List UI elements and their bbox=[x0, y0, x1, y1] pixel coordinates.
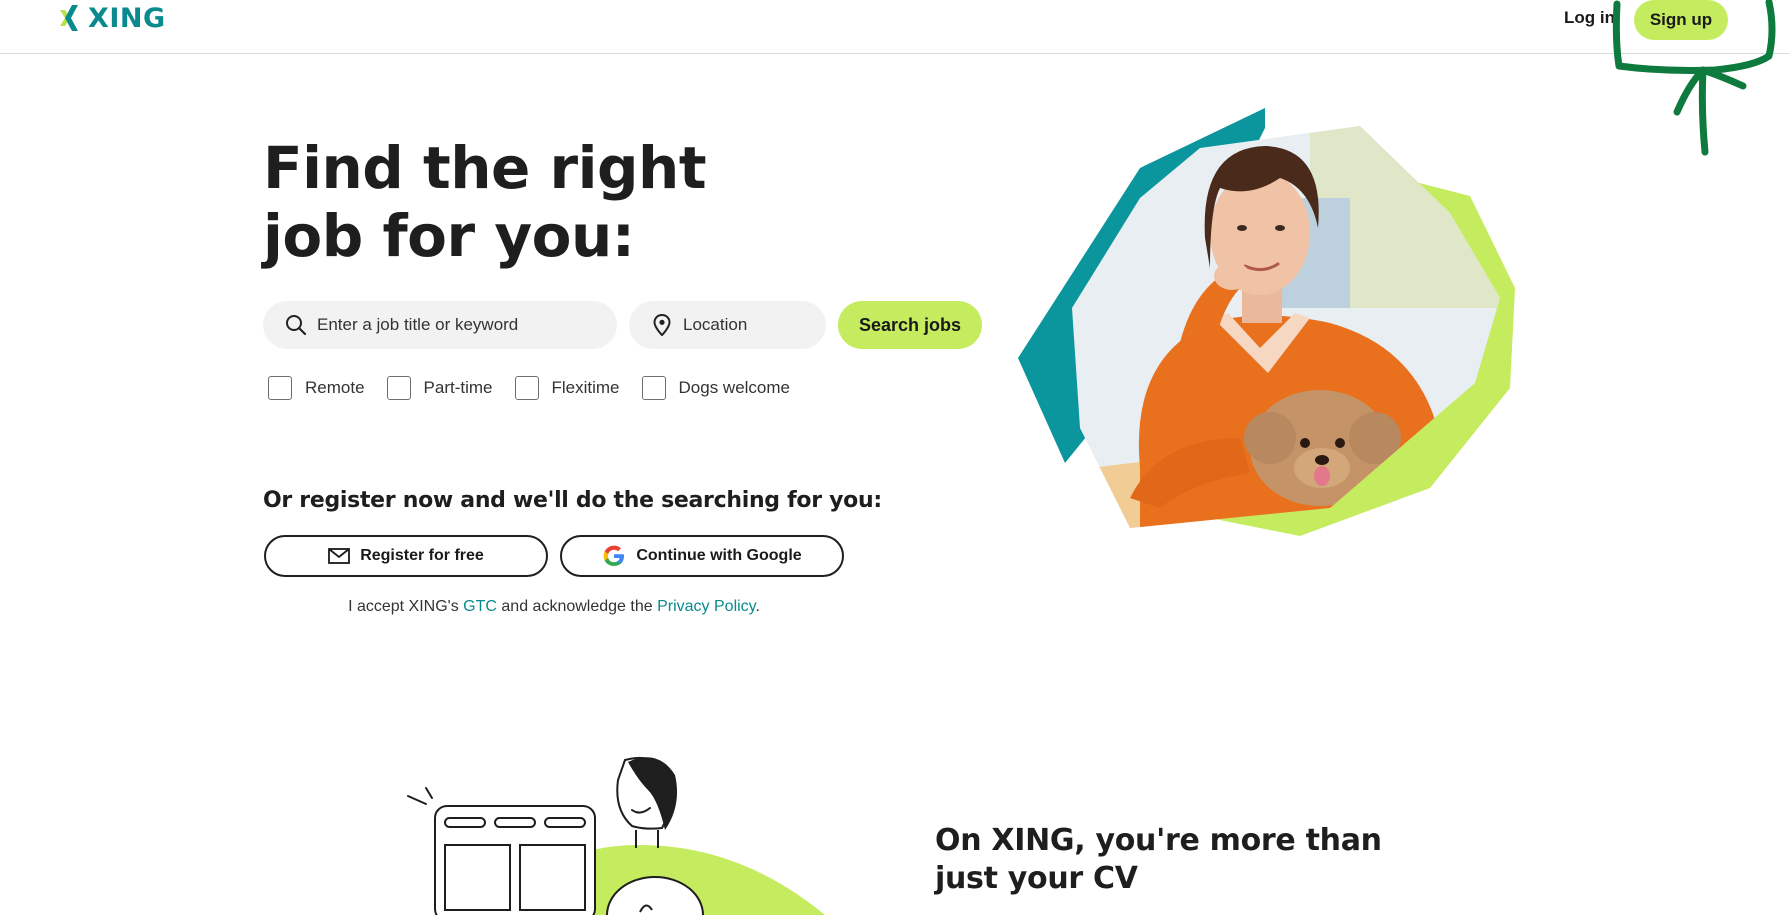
google-button-label: Continue with Google bbox=[636, 547, 802, 564]
location-search-field[interactable] bbox=[629, 301, 826, 349]
hero-photo-woman-with-dog bbox=[1018, 108, 1515, 536]
checkbox[interactable] bbox=[268, 376, 292, 400]
filter-label: Dogs welcome bbox=[678, 378, 791, 397]
section-title: On XING, you're more than just your CV bbox=[935, 823, 1382, 896]
filter-part-time[interactable]: Part-time bbox=[386, 376, 493, 400]
search-icon bbox=[285, 314, 307, 336]
checkbox[interactable] bbox=[386, 376, 411, 400]
legal-notice: I accept XING's GTC and acknowledge the … bbox=[264, 598, 844, 616]
xing-logo-icon bbox=[60, 5, 78, 31]
xing-logo[interactable]: XING bbox=[58, 2, 166, 34]
logo-text: XING bbox=[88, 2, 166, 34]
filter-checkboxes: Remote Part-time Flexitime Dogs welcome bbox=[268, 376, 812, 400]
keyword-input[interactable] bbox=[317, 315, 587, 335]
legal-suffix: . bbox=[755, 598, 760, 615]
filter-flexitime[interactable]: Flexitime bbox=[514, 376, 620, 400]
gtc-link[interactable]: GTC bbox=[463, 598, 497, 615]
legal-middle: and acknowledge the bbox=[501, 598, 653, 615]
privacy-policy-link[interactable]: Privacy Policy bbox=[657, 598, 755, 615]
location-input[interactable] bbox=[683, 315, 813, 335]
hero-title: Find the right job for you: bbox=[263, 134, 707, 270]
filter-remote[interactable]: Remote bbox=[268, 376, 365, 400]
google-icon bbox=[603, 545, 625, 566]
filter-dogs-welcome[interactable]: Dogs welcome bbox=[641, 376, 791, 400]
search-jobs-button[interactable]: Search jobs bbox=[838, 301, 982, 349]
signup-button[interactable]: Sign up bbox=[1634, 0, 1728, 40]
checkbox[interactable] bbox=[514, 376, 539, 400]
keyword-search-field[interactable] bbox=[263, 301, 617, 349]
register-heading: Or register now and we'll do the searchi… bbox=[263, 488, 882, 513]
top-navigation-bar: XING Log in Sign up bbox=[0, 0, 1789, 54]
login-link[interactable]: Log in bbox=[1564, 8, 1615, 28]
legal-prefix: I accept XING's bbox=[348, 598, 459, 615]
mail-icon bbox=[328, 548, 351, 564]
continue-with-google-button[interactable]: Continue with Google bbox=[560, 535, 844, 577]
filter-label: Flexitime bbox=[551, 378, 620, 397]
filter-label: Part-time bbox=[423, 378, 493, 397]
profile-illustration bbox=[407, 756, 825, 915]
register-button-label: Register for free bbox=[360, 547, 484, 564]
checkbox[interactable] bbox=[641, 376, 666, 400]
location-pin-icon bbox=[651, 314, 673, 336]
register-for-free-button[interactable]: Register for free bbox=[264, 535, 548, 577]
filter-label: Remote bbox=[305, 378, 365, 397]
